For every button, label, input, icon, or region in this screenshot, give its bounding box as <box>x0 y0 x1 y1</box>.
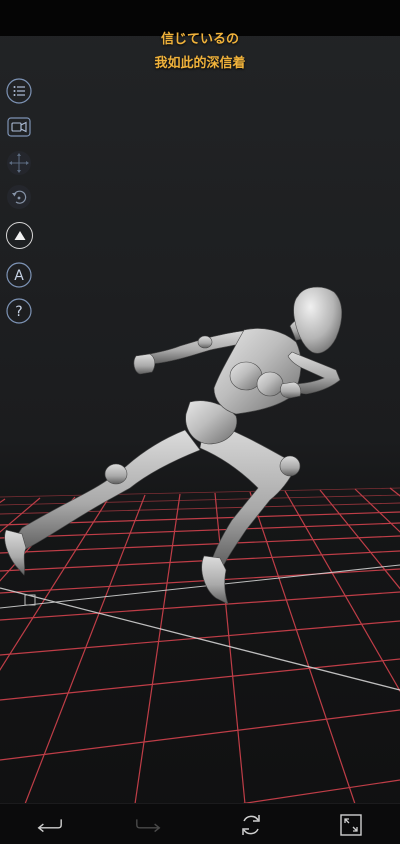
shape-button[interactable] <box>6 222 33 249</box>
letter-a-label: A <box>14 268 24 284</box>
camera-button[interactable] <box>6 114 32 140</box>
refresh-icon <box>242 815 260 835</box>
fullscreen-button[interactable] <box>336 812 366 838</box>
3d-viewport[interactable] <box>0 36 400 804</box>
list-button[interactable] <box>6 78 32 104</box>
letter-a-icon: A <box>6 262 32 288</box>
fullscreen-icon <box>340 814 362 836</box>
lyrics-overlay: 信じているの 我如此的深信着 <box>0 28 400 76</box>
rotate-icon <box>7 185 31 209</box>
floor-grid <box>0 487 400 804</box>
help-icon: ? <box>6 298 32 324</box>
list-icon <box>6 78 32 104</box>
redo-button[interactable] <box>134 812 164 838</box>
help-button[interactable]: ? <box>6 298 32 324</box>
lyric-line-japanese: 信じているの <box>160 32 239 47</box>
move-button[interactable] <box>6 150 32 176</box>
help-label: ? <box>15 304 22 320</box>
bottom-navigation <box>0 803 400 844</box>
undo-button[interactable] <box>34 812 64 838</box>
video-camera-icon <box>7 117 31 137</box>
rotate-button[interactable] <box>6 184 32 210</box>
undo-icon <box>37 819 62 833</box>
grid-axis <box>0 564 400 691</box>
lyric-line-chinese: 我如此的深信着 <box>154 56 246 71</box>
text-button[interactable]: A <box>6 262 32 288</box>
triangle-icon <box>14 230 25 240</box>
move-arrows-icon <box>7 151 31 175</box>
redo-icon <box>136 819 161 833</box>
refresh-button[interactable] <box>236 812 266 838</box>
app-screen: 信じているの 我如此的深信着 A ? <box>0 0 400 844</box>
